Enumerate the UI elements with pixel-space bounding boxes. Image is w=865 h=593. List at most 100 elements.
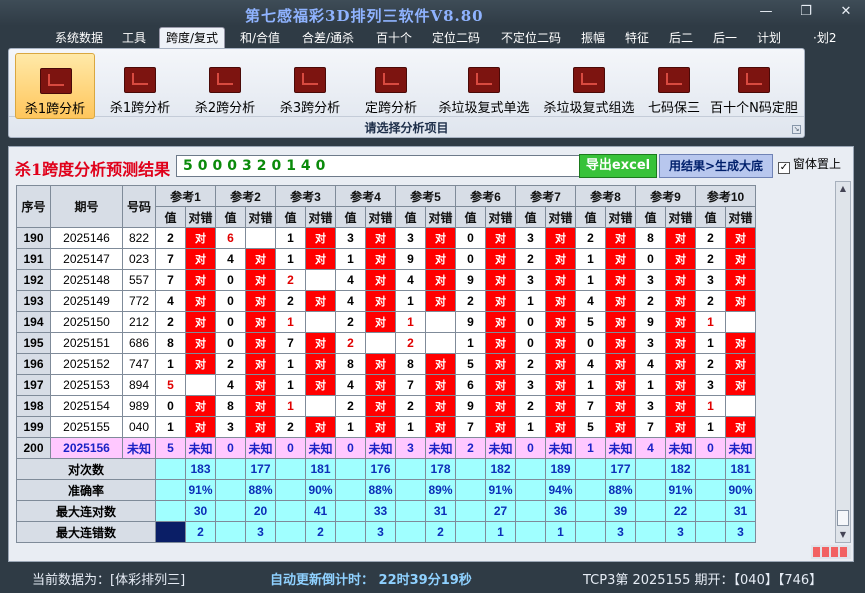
ref-value-cell: 2 <box>695 290 726 312</box>
ref-hit-cell: 对 <box>665 374 696 396</box>
ribbon-analysis-button[interactable]: 定跨分析 <box>355 53 427 119</box>
ribbon-button-label: 杀1跨分析 <box>109 101 171 116</box>
stat-value: 1 <box>545 521 576 543</box>
menu-item[interactable]: 系统数据 <box>55 29 103 46</box>
ribbon-launcher-icon[interactable]: ↘ <box>792 125 801 134</box>
ribbon-analysis-button[interactable]: 百十个N码定胆 <box>709 53 799 119</box>
window-on-top-checkbox[interactable]: ✓ 窗体置上 <box>778 155 841 174</box>
progress-segment <box>840 547 847 557</box>
stat-spacer <box>335 458 366 480</box>
ref-value-cell: 0 <box>515 332 546 354</box>
export-excel-button[interactable]: 导出excel <box>579 154 657 178</box>
ref-value-cell: 1 <box>275 227 306 249</box>
ref-value-cell: 7 <box>575 395 606 417</box>
stat-spacer <box>575 458 606 480</box>
scroll-down-icon[interactable]: ▼ <box>836 528 850 542</box>
ref-hit-cell: 对 <box>605 332 636 354</box>
menu-item[interactable]: 定位二码 <box>432 29 480 46</box>
ribbon-analysis-button[interactable]: 杀2跨分析 <box>186 53 264 119</box>
status-bar: 当前数据为：[体彩排列三] 自动更新倒计时： 22时39分19秒 TCP3第 2… <box>0 563 865 593</box>
close-button[interactable]: ✕ <box>836 4 856 19</box>
ref-hit-cell: 对 <box>545 248 576 270</box>
ref-value-cell: 0 <box>635 248 666 270</box>
table-row[interactable]: 192 2025148 557 7 对 0 对 2 4 对 4 对 9 对 3 对 1 对 3 对 3 对 <box>16 269 756 291</box>
table-row[interactable]: 191 2025147 023 7 对 4 对 1 对 1 对 9 对 0 对 2 对 1 对 0 对 2 对 <box>16 248 756 270</box>
table-row[interactable]: 193 2025149 772 4 对 0 对 2 对 4 对 1 对 2 对 1 对 4 对 2 对 2 对 <box>16 290 756 312</box>
scroll-up-icon[interactable]: ▲ <box>836 182 850 196</box>
ref-value-cell: 3 <box>635 269 666 291</box>
pending-row[interactable]: 200 2025156 未知 5 未知 0 未知 0 未知 0 未知 3 未知 2 未知 0 未知 1 未知 4 未知 0… <box>16 437 756 459</box>
ribbon-analysis-button[interactable]: 杀1跨分析 <box>15 53 95 119</box>
chart-icon <box>738 67 770 93</box>
ref-miss-cell <box>185 374 216 396</box>
menu-item[interactable]: 振幅 <box>581 29 605 46</box>
ref-value-cell: 7 <box>455 416 486 438</box>
ref-value-cell: 9 <box>455 269 486 291</box>
status-data-source: 当前数据为：[体彩排列三] <box>32 573 186 588</box>
menu-item[interactable]: 和/合值 <box>240 29 280 46</box>
stat-spacer <box>695 500 726 522</box>
ref-hit-cell: 对 <box>365 248 396 270</box>
menu-item[interactable]: 特征 <box>625 29 649 46</box>
ribbon-analysis-button[interactable]: 杀垃圾复式单选 <box>433 53 535 119</box>
ref-value-cell: 4 <box>335 374 366 396</box>
ref-value-cell: 9 <box>635 311 666 333</box>
ribbon-analysis-button[interactable]: 七码保三 <box>641 53 707 119</box>
header-ref: 参考3 <box>275 185 336 207</box>
table-row[interactable]: 197 2025153 894 5 4 对 1 对 4 对 7 对 6 对 3 对 1 对 1 对 3 对 <box>16 374 756 396</box>
ref-value-cell: 4 <box>635 437 666 459</box>
checkbox-check-icon[interactable]: ✓ <box>778 162 790 174</box>
ribbon-analysis-button[interactable]: 杀1跨分析 <box>101 53 179 119</box>
ribbon-analysis-button[interactable]: 杀3跨分析 <box>271 53 349 119</box>
stat-spacer <box>515 521 546 543</box>
ref-hit-cell: 对 <box>545 332 576 354</box>
stat-value: 177 <box>605 458 636 480</box>
ref-hit-cell: 对 <box>725 269 756 291</box>
minimize-button[interactable]: — <box>756 4 776 19</box>
ref-hit-cell: 对 <box>185 248 216 270</box>
ref-value-cell: 2 <box>455 290 486 312</box>
subheader-check: 对错 <box>245 206 276 228</box>
ref-value-cell: 0 <box>455 227 486 249</box>
table-row[interactable]: 199 2025155 040 1 对 3 对 2 对 1 对 1 对 7 对 1 对 5 对 7 对 1 对 <box>16 416 756 438</box>
menu-item[interactable]: ·划2 <box>813 29 836 46</box>
table-row[interactable]: 194 2025150 212 2 对 0 对 1 2 对 1 9 对 0 对 5 对 9 对 1 <box>16 311 756 333</box>
stat-value: 189 <box>545 458 576 480</box>
table-row[interactable]: 198 2025154 989 0 对 8 对 1 2 对 2 对 9 对 2 对 7 对 3 对 1 <box>16 395 756 417</box>
menu-item[interactable]: 合差/通杀 <box>302 29 354 46</box>
menu-item[interactable]: 后一 <box>713 29 737 46</box>
ribbon-analysis-button[interactable]: 杀垃圾复式组选 <box>539 53 639 119</box>
table-row[interactable]: 195 2025151 686 8 对 0 对 7 对 2 2 1 对 0 对 0 对 3 对 1 对 <box>16 332 756 354</box>
menu-item[interactable]: 后二 <box>669 29 693 46</box>
header-ref: 参考9 <box>635 185 696 207</box>
ref-value-cell: 2 <box>155 227 186 249</box>
ref-value-cell: 4 <box>635 353 666 375</box>
vertical-scrollbar[interactable]: ▲ ▼ <box>835 181 851 543</box>
scrollbar-thumb[interactable] <box>837 510 849 526</box>
stat-spacer <box>275 479 306 501</box>
result-value-field[interactable]: 5000320140 <box>176 155 584 177</box>
table-row[interactable]: 190 2025146 822 2 对 6 1 对 3 对 3 对 0 对 3 对 2 对 8 对 2 对 <box>16 227 756 249</box>
ref-value-cell: 8 <box>215 395 246 417</box>
ref-unknown-cell: 未知 <box>605 437 636 459</box>
row-period: 2025156 <box>50 437 123 459</box>
ref-value-cell: 5 <box>155 374 186 396</box>
stat-value: 91% <box>665 479 696 501</box>
menu-item[interactable]: 百十个 <box>376 29 412 46</box>
row-number: 023 <box>122 248 156 270</box>
menu-item[interactable]: 跨度/复式 <box>159 27 226 48</box>
stat-spacer <box>395 521 426 543</box>
table-row[interactable]: 196 2025152 747 1 对 2 对 1 对 8 对 8 对 5 对 2 对 4 对 4 对 2 对 <box>16 353 756 375</box>
menu-item[interactable]: 计划 <box>757 29 781 46</box>
generate-base-button[interactable]: 用结果>生成大底 <box>659 154 773 178</box>
ref-hit-cell: 对 <box>605 248 636 270</box>
menu-item[interactable]: 不定位二码 <box>501 29 561 46</box>
ref-value-cell: 2 <box>275 290 306 312</box>
restore-button[interactable]: ❐ <box>796 4 816 19</box>
stat-value: 27 <box>485 500 516 522</box>
row-number: 822 <box>122 227 156 249</box>
ref-value-cell: 9 <box>455 395 486 417</box>
menu-item[interactable]: 工具 <box>122 29 146 46</box>
subheader-check: 对错 <box>605 206 636 228</box>
ref-value-cell: 0 <box>515 437 546 459</box>
